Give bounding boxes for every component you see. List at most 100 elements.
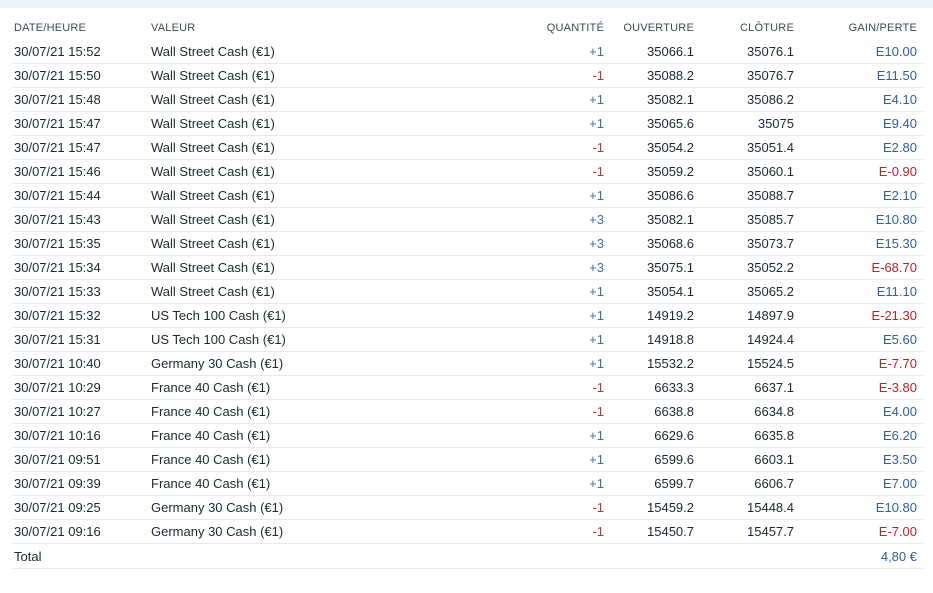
table-row[interactable]: 30/07/21 15:34 Wall Street Cash (€1) +3 350… [12, 255, 923, 280]
total-spacer [511, 543, 604, 569]
cell-open: 35082.1 [604, 87, 694, 112]
table-row[interactable]: 30/07/21 15:52 Wall Street Cash (€1) +1 350… [12, 40, 923, 64]
table-row[interactable]: 30/07/21 09:16 Germany 30 Cash (€1) -1 1545… [12, 519, 923, 544]
cell-open: 35086.6 [604, 183, 694, 208]
cell-open: 35068.6 [604, 231, 694, 256]
table-header-row: DATE/HEURE VALEUR QUANTITÉ OUVERTURE CLÔ… [12, 16, 923, 40]
cell-open: 35088.2 [604, 63, 694, 88]
cell-instrument: Wall Street Cash (€1) [151, 255, 511, 280]
cell-gain-loss: E7.00 [794, 471, 923, 496]
table-row[interactable]: 30/07/21 09:51 France 40 Cash (€1) +1 6599.… [12, 447, 923, 472]
cell-close: 15448.4 [694, 495, 794, 520]
table-row[interactable]: 30/07/21 15:48 Wall Street Cash (€1) +1 350… [12, 87, 923, 112]
cell-instrument: Germany 30 Cash (€1) [151, 519, 511, 544]
cell-quantity: -1 [511, 159, 604, 184]
cell-instrument: Wall Street Cash (€1) [151, 40, 511, 64]
cell-gain-loss: E11.10 [794, 279, 923, 304]
cell-open: 35082.1 [604, 207, 694, 232]
cell-gain-loss: E-7.70 [794, 351, 923, 376]
header-instrument[interactable]: VALEUR [151, 16, 511, 40]
table-row[interactable]: 30/07/21 15:33 Wall Street Cash (€1) +1 350… [12, 279, 923, 304]
cell-date: 30/07/21 15:31 [12, 327, 151, 352]
cell-close: 35060.1 [694, 159, 794, 184]
table-row[interactable]: 30/07/21 15:32 US Tech 100 Cash (€1) +1 149… [12, 303, 923, 328]
cell-quantity: -1 [511, 399, 604, 424]
header-close[interactable]: CLÔTURE [694, 16, 794, 40]
cell-instrument: France 40 Cash (€1) [151, 471, 511, 496]
cell-date: 30/07/21 15:43 [12, 207, 151, 232]
cell-quantity: +1 [511, 87, 604, 112]
cell-close: 35075 [694, 111, 794, 136]
cell-quantity: +3 [511, 255, 604, 280]
table-row[interactable]: 30/07/21 10:27 France 40 Cash (€1) -1 6638.… [12, 399, 923, 424]
table-row[interactable]: 30/07/21 15:50 Wall Street Cash (€1) -1 350… [12, 63, 923, 88]
table-row[interactable]: 30/07/21 15:47 Wall Street Cash (€1) -1 350… [12, 135, 923, 160]
table-row[interactable]: 30/07/21 09:25 Germany 30 Cash (€1) -1 1545… [12, 495, 923, 520]
cell-quantity: +1 [511, 183, 604, 208]
cell-instrument: France 40 Cash (€1) [151, 447, 511, 472]
total-label: Total [12, 543, 151, 569]
cell-close: 35051.4 [694, 135, 794, 160]
cell-close: 35085.7 [694, 207, 794, 232]
header-gain-loss[interactable]: GAIN/PERTE [794, 16, 923, 40]
cell-date: 30/07/21 15:50 [12, 63, 151, 88]
cell-date: 30/07/21 15:44 [12, 183, 151, 208]
cell-close: 35065.2 [694, 279, 794, 304]
table-row[interactable]: 30/07/21 10:29 France 40 Cash (€1) -1 6633.… [12, 375, 923, 400]
cell-quantity: -1 [511, 375, 604, 400]
cell-open: 15532.2 [604, 351, 694, 376]
cell-instrument: Wall Street Cash (€1) [151, 111, 511, 136]
cell-gain-loss: E-0.90 [794, 159, 923, 184]
cell-instrument: US Tech 100 Cash (€1) [151, 327, 511, 352]
cell-close: 6637.1 [694, 375, 794, 400]
table-row[interactable]: 30/07/21 15:31 US Tech 100 Cash (€1) +1 149… [12, 327, 923, 352]
cell-close: 14897.9 [694, 303, 794, 328]
cell-close: 35088.7 [694, 183, 794, 208]
total-spacer [151, 543, 511, 569]
table-row[interactable]: 30/07/21 10:40 Germany 30 Cash (€1) +1 1553… [12, 351, 923, 376]
cell-open: 14918.8 [604, 327, 694, 352]
cell-gain-loss: E6.20 [794, 423, 923, 448]
cell-instrument: US Tech 100 Cash (€1) [151, 303, 511, 328]
cell-close: 6603.1 [694, 447, 794, 472]
cell-gain-loss: E-68.70 [794, 255, 923, 280]
cell-date: 30/07/21 15:52 [12, 40, 151, 64]
cell-open: 6629.6 [604, 423, 694, 448]
cell-close: 35052.2 [694, 255, 794, 280]
cell-open: 35054.1 [604, 279, 694, 304]
table-row[interactable]: 30/07/21 15:47 Wall Street Cash (€1) +1 350… [12, 111, 923, 136]
cell-close: 35086.2 [694, 87, 794, 112]
table-row[interactable]: 30/07/21 15:46 Wall Street Cash (€1) -1 350… [12, 159, 923, 184]
table-row[interactable]: 30/07/21 09:39 France 40 Cash (€1) +1 6599.… [12, 471, 923, 496]
cell-instrument: Wall Street Cash (€1) [151, 231, 511, 256]
table-row[interactable]: 30/07/21 10:16 France 40 Cash (€1) +1 6629.… [12, 423, 923, 448]
header-open[interactable]: OUVERTURE [604, 16, 694, 40]
header-quantity[interactable]: QUANTITÉ [511, 16, 604, 40]
table-row[interactable]: 30/07/21 15:43 Wall Street Cash (€1) +3 350… [12, 207, 923, 232]
cell-open: 35075.1 [604, 255, 694, 280]
cell-open: 35066.1 [604, 40, 694, 64]
cell-open: 35065.6 [604, 111, 694, 136]
cell-date: 30/07/21 15:46 [12, 159, 151, 184]
total-value: 4,80 € [794, 543, 923, 569]
cell-quantity: +3 [511, 231, 604, 256]
table-row[interactable]: 30/07/21 15:35 Wall Street Cash (€1) +3 350… [12, 231, 923, 256]
cell-quantity: -1 [511, 519, 604, 544]
header-date[interactable]: DATE/HEURE [12, 16, 151, 40]
cell-open: 6599.7 [604, 471, 694, 496]
cell-gain-loss: E10.80 [794, 207, 923, 232]
cell-close: 6634.8 [694, 399, 794, 424]
cell-gain-loss: E-7.00 [794, 519, 923, 544]
cell-gain-loss: E4.00 [794, 399, 923, 424]
cell-date: 30/07/21 10:16 [12, 423, 151, 448]
cell-quantity: -1 [511, 63, 604, 88]
cell-open: 35059.2 [604, 159, 694, 184]
cell-date: 30/07/21 09:39 [12, 471, 151, 496]
cell-quantity: +1 [511, 40, 604, 64]
table-row[interactable]: 30/07/21 15:44 Wall Street Cash (€1) +1 350… [12, 183, 923, 208]
cell-gain-loss: E-21.30 [794, 303, 923, 328]
cell-open: 6599.6 [604, 447, 694, 472]
cell-gain-loss: E10.80 [794, 495, 923, 520]
cell-date: 30/07/21 15:32 [12, 303, 151, 328]
cell-gain-loss: E2.80 [794, 135, 923, 160]
